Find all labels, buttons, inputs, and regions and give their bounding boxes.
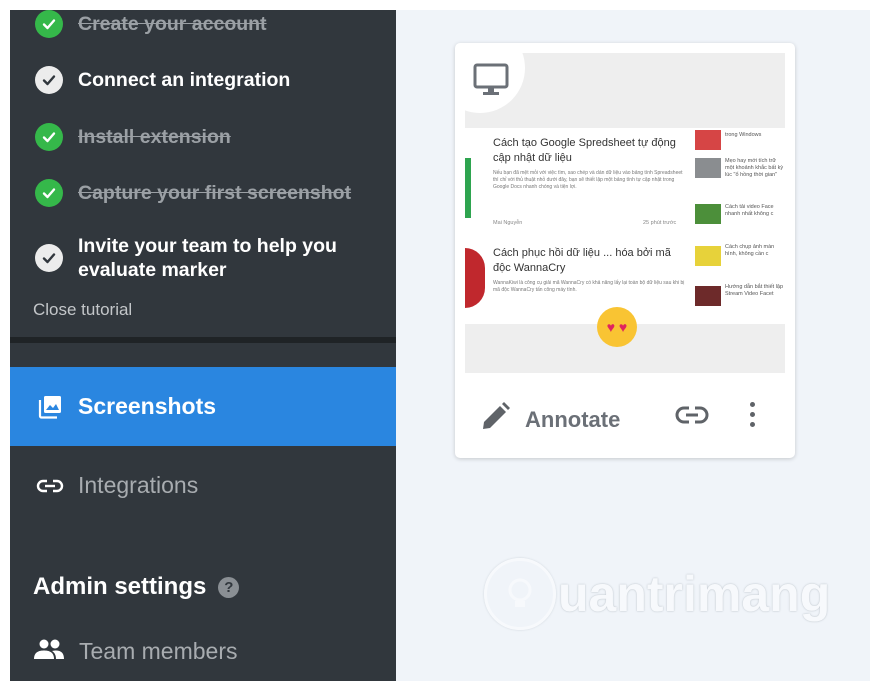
check-circle-icon bbox=[35, 10, 63, 38]
lightbulb-logo-icon bbox=[484, 558, 556, 630]
preview-articles: Cách tạo Google Spredsheet tự động cập n… bbox=[465, 128, 785, 347]
preview-article-text: Nếu bạn đã mệt mỏi với việc tìm, sao ché… bbox=[493, 170, 683, 190]
annotate-label: Annotate bbox=[525, 406, 621, 432]
preview-article-author: Mai Nguyễn bbox=[493, 220, 523, 226]
preview-side-item: trong Windows bbox=[725, 132, 762, 138]
check-circle-icon bbox=[35, 123, 63, 151]
admin-settings-title: Admin settings bbox=[33, 573, 207, 600]
nav-label: Integrations bbox=[78, 472, 199, 498]
task-label: Invite your team to help you evaluate ma… bbox=[78, 235, 337, 281]
preview-side-item: Mẹo hay mới tích trữ một khoảnh khắc bất… bbox=[725, 158, 784, 178]
tutorial-task-connect-integration[interactable]: Connect an integration bbox=[35, 66, 290, 94]
task-label: Install extension bbox=[78, 126, 231, 148]
preview-side-item: Cách chụp ảnh màn hình, không cần c bbox=[725, 244, 775, 257]
more-vert-icon[interactable] bbox=[748, 402, 756, 432]
preview-article-time: 25 phút trước bbox=[643, 220, 677, 226]
check-circle-icon bbox=[35, 179, 63, 207]
screenshot-card[interactable]: Cách tạo Google Spredsheet tự động cập n… bbox=[455, 43, 795, 458]
nav-item-team-members[interactable]: Team members bbox=[33, 638, 237, 665]
heart-eyes-emoji-icon: ♥ ♥ bbox=[597, 307, 637, 347]
tutorial-task-create-account[interactable]: Create your account bbox=[35, 10, 267, 38]
task-label: Create your account bbox=[78, 13, 267, 35]
annotate-button[interactable]: Annotate bbox=[479, 401, 620, 438]
nav-label: Screenshots bbox=[78, 393, 217, 419]
people-icon bbox=[33, 638, 65, 665]
sidebar: Create your account Connect an integrati… bbox=[10, 10, 396, 681]
pencil-icon bbox=[479, 401, 511, 438]
link-icon bbox=[35, 471, 65, 501]
task-label: Connect an integration bbox=[78, 69, 291, 91]
screenshot-thumbnail[interactable]: Cách tạo Google Spredsheet tự động cập n… bbox=[465, 53, 785, 373]
close-tutorial-link[interactable]: Close tutorial bbox=[33, 300, 132, 320]
team-members-label: Team members bbox=[79, 638, 238, 664]
preview-side-item: Cách tải video Face nhanh nhất không c bbox=[725, 204, 774, 217]
tutorial-task-invite-team[interactable]: Invite your team to help you evaluate ma… bbox=[35, 234, 358, 282]
monitor-badge bbox=[465, 53, 525, 113]
app-frame: Create your account Connect an integrati… bbox=[10, 10, 870, 681]
check-circle-icon bbox=[35, 244, 63, 272]
tutorial-task-capture-screenshot[interactable]: Capture your first screenshot bbox=[35, 179, 351, 207]
task-label: Capture your first screenshot bbox=[78, 182, 352, 204]
card-actions: Annotate bbox=[455, 388, 795, 448]
help-icon[interactable]: ? bbox=[218, 576, 240, 598]
nav-item-screenshots[interactable]: Screenshots bbox=[10, 367, 396, 446]
preview-article-title: Cách phục hồi dữ liệu ... hóa bởi mã độc… bbox=[493, 247, 671, 274]
link-icon bbox=[675, 406, 709, 424]
preview-article-title: Cách tạo Google Spredsheet tự động cập n… bbox=[493, 137, 676, 164]
check-circle-icon bbox=[35, 66, 63, 94]
nav-item-integrations[interactable]: Integrations bbox=[10, 446, 396, 525]
admin-settings-header: Admin settings ? bbox=[33, 573, 240, 601]
watermark-text: uantrimang bbox=[558, 566, 831, 622]
watermark: uantrimang bbox=[484, 558, 830, 630]
sidebar-divider bbox=[10, 337, 396, 343]
preview-article-text: WannaKiwi là công cụ giải mã WannaCry có… bbox=[493, 280, 685, 293]
tutorial-task-install-extension[interactable]: Install extension bbox=[35, 123, 231, 151]
photo-library-icon bbox=[35, 392, 65, 422]
copy-link-button[interactable] bbox=[675, 405, 709, 430]
main-content: Cách tạo Google Spredsheet tự động cập n… bbox=[396, 10, 870, 681]
monitor-icon bbox=[473, 63, 509, 102]
preview-side-item: Hướng dẫn bắt thiết lập Stream Video Fac… bbox=[725, 284, 784, 297]
